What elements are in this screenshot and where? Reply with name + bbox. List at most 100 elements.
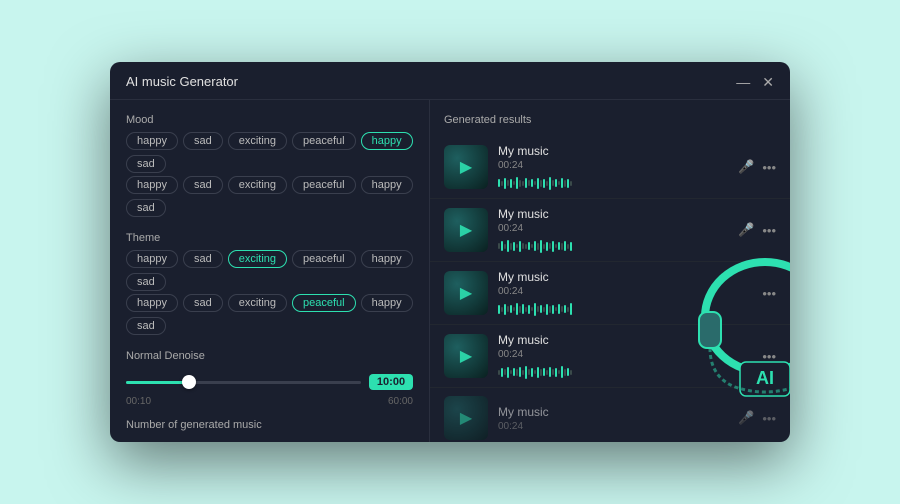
microphone-icon-5[interactable]: 🎤 bbox=[738, 410, 754, 426]
result-actions-1: 🎤 ••• bbox=[738, 159, 776, 175]
denoise-section: Normal Denoise 10:00 00:10 60:00 bbox=[126, 350, 413, 407]
result-item-1: ▶ My music 00:24 🎤 ••• bbox=[430, 136, 790, 199]
mood-tag-peaceful2[interactable]: peaceful bbox=[292, 176, 356, 194]
denoise-value: 10:00 bbox=[369, 374, 413, 390]
play-icon-1: ▶ bbox=[460, 157, 472, 177]
result-thumb-3[interactable]: ▶ bbox=[444, 271, 488, 315]
dialog-content: Mood happy sad exciting peaceful happy s… bbox=[110, 100, 790, 442]
result-actions-3: ••• bbox=[762, 286, 776, 301]
denoise-track bbox=[126, 381, 361, 384]
theme-tag-happy2[interactable]: happy bbox=[361, 250, 413, 268]
theme-tag-happy3[interactable]: happy bbox=[126, 294, 178, 312]
more-icon-4[interactable]: ••• bbox=[762, 349, 776, 364]
mood-tag-sad1[interactable]: sad bbox=[183, 132, 223, 150]
music-count-section: Number of generated music 10 1 50 bbox=[126, 419, 413, 442]
result-actions-4: ••• bbox=[762, 349, 776, 364]
theme-section: Theme happy sad exciting peaceful happy … bbox=[126, 232, 413, 338]
mood-tag-happy3[interactable]: happy bbox=[126, 176, 178, 194]
more-icon-2[interactable]: ••• bbox=[762, 223, 776, 238]
mood-tag-peaceful1[interactable]: peaceful bbox=[292, 132, 356, 150]
mood-tag-sad3[interactable]: sad bbox=[183, 176, 223, 194]
minimize-button[interactable]: — bbox=[736, 75, 750, 89]
result-time-5: 00:24 bbox=[498, 421, 728, 432]
window-controls: — ✕ bbox=[736, 75, 774, 89]
play-icon-3: ▶ bbox=[460, 283, 472, 303]
mood-tag-happy2[interactable]: happy bbox=[361, 132, 413, 150]
result-name-5: My music bbox=[498, 405, 728, 419]
result-name-1: My music bbox=[498, 144, 728, 158]
title-bar: AI music Generator — ✕ bbox=[110, 62, 790, 100]
result-info-4: My music 00:24 bbox=[498, 333, 752, 379]
waveform-1 bbox=[498, 176, 728, 190]
right-panel: Generated results ▶ My music 00:24 bbox=[430, 100, 790, 442]
theme-tag-exciting1[interactable]: exciting bbox=[228, 250, 287, 268]
music-count-slider[interactable] bbox=[126, 441, 361, 442]
denoise-max: 60:00 bbox=[388, 396, 413, 407]
theme-tag-peaceful2[interactable]: peaceful bbox=[292, 294, 356, 312]
theme-tag-happy1[interactable]: happy bbox=[126, 250, 178, 268]
mood-tag-happy1[interactable]: happy bbox=[126, 132, 178, 150]
mood-section: Mood happy sad exciting peaceful happy s… bbox=[126, 114, 413, 220]
microphone-icon-2[interactable]: 🎤 bbox=[738, 222, 754, 238]
theme-tag-sad2[interactable]: sad bbox=[126, 273, 166, 291]
theme-tag-peaceful1[interactable]: peaceful bbox=[292, 250, 356, 268]
thumb-bg-3: ▶ bbox=[444, 271, 488, 315]
result-info-1: My music 00:24 bbox=[498, 144, 728, 190]
play-icon-5: ▶ bbox=[460, 408, 472, 428]
theme-tag-happy4[interactable]: happy bbox=[361, 294, 413, 312]
mood-tag-sad4[interactable]: sad bbox=[126, 199, 166, 217]
music-count-slider-row: 10 bbox=[126, 441, 413, 442]
ai-music-dialog: AI music Generator — ✕ Mood happy sad ex… bbox=[110, 62, 790, 442]
thumb-bg-4: ▶ bbox=[444, 334, 488, 378]
theme-row-1: happy sad exciting peaceful happy sad bbox=[126, 294, 413, 335]
result-name-4: My music bbox=[498, 333, 752, 347]
result-thumb-5[interactable]: ▶ bbox=[444, 396, 488, 440]
play-icon-4: ▶ bbox=[460, 346, 472, 366]
denoise-thumb[interactable] bbox=[182, 375, 196, 389]
denoise-range: 00:10 60:00 bbox=[126, 396, 413, 407]
result-name-3: My music bbox=[498, 270, 752, 284]
mood-label: Mood bbox=[126, 114, 413, 126]
result-actions-2: 🎤 ••• bbox=[738, 222, 776, 238]
denoise-min: 00:10 bbox=[126, 396, 151, 407]
mood-tag-exciting2[interactable]: exciting bbox=[228, 176, 287, 194]
theme-tag-sad1[interactable]: sad bbox=[183, 250, 223, 268]
result-thumb-1[interactable]: ▶ bbox=[444, 145, 488, 189]
close-button[interactable]: ✕ bbox=[762, 75, 774, 89]
results-label: Generated results bbox=[430, 114, 790, 136]
mood-tag-happy4[interactable]: happy bbox=[361, 176, 413, 194]
result-time-2: 00:24 bbox=[498, 223, 728, 234]
result-name-2: My music bbox=[498, 207, 728, 221]
play-icon-2: ▶ bbox=[460, 220, 472, 240]
result-info-3: My music 00:24 bbox=[498, 270, 752, 316]
dialog-title: AI music Generator bbox=[126, 74, 238, 89]
result-item-4: ▶ My music 00:24 ••• bbox=[430, 325, 790, 388]
denoise-label: Normal Denoise bbox=[126, 350, 413, 362]
results-list: ▶ My music 00:24 🎤 ••• bbox=[430, 136, 790, 442]
more-icon-3[interactable]: ••• bbox=[762, 286, 776, 301]
result-info-2: My music 00:24 bbox=[498, 207, 728, 253]
more-icon-1[interactable]: ••• bbox=[762, 160, 776, 175]
mood-row-0: happy sad exciting peaceful happy sad bbox=[126, 132, 413, 173]
result-info-5: My music 00:24 bbox=[498, 405, 728, 432]
result-item-3: ▶ My music 00:24 ••• bbox=[430, 262, 790, 325]
mood-tag-exciting1[interactable]: exciting bbox=[228, 132, 287, 150]
result-thumb-2[interactable]: ▶ bbox=[444, 208, 488, 252]
thumb-bg-2: ▶ bbox=[444, 208, 488, 252]
denoise-slider[interactable] bbox=[126, 372, 361, 392]
result-time-1: 00:24 bbox=[498, 160, 728, 171]
more-icon-5[interactable]: ••• bbox=[762, 411, 776, 426]
result-thumb-4[interactable]: ▶ bbox=[444, 334, 488, 378]
mood-tag-sad2[interactable]: sad bbox=[126, 155, 166, 173]
result-actions-5: 🎤 ••• bbox=[738, 410, 776, 426]
denoise-slider-row: 10:00 bbox=[126, 372, 413, 392]
theme-tag-exciting2[interactable]: exciting bbox=[228, 294, 287, 312]
mood-row-1: happy sad exciting peaceful happy sad bbox=[126, 176, 413, 217]
theme-label: Theme bbox=[126, 232, 413, 244]
theme-tag-sad4[interactable]: sad bbox=[126, 317, 166, 335]
result-time-3: 00:24 bbox=[498, 286, 752, 297]
left-panel: Mood happy sad exciting peaceful happy s… bbox=[110, 100, 430, 442]
theme-tag-sad3[interactable]: sad bbox=[183, 294, 223, 312]
thumb-bg-5: ▶ bbox=[444, 396, 488, 440]
microphone-icon-1[interactable]: 🎤 bbox=[738, 159, 754, 175]
